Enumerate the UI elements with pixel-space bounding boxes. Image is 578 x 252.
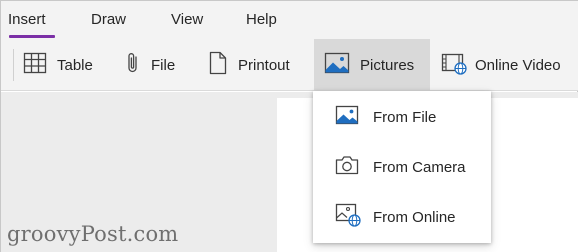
pictures-dropdown-menu: From File From Camera From Online (313, 91, 491, 243)
online-video-label: Online Video (475, 56, 561, 74)
pictures-button[interactable]: Pictures (314, 39, 430, 91)
camera-icon (335, 155, 359, 179)
printout-button[interactable]: Printout (208, 39, 308, 91)
watermark: groovyPost.com (7, 222, 179, 246)
table-icon (23, 52, 47, 78)
table-button[interactable]: Table (23, 39, 113, 91)
document-icon (208, 51, 228, 79)
from-camera-menu-item[interactable]: From Camera (313, 142, 491, 192)
online-video-button[interactable]: Online Video (441, 39, 577, 91)
online-video-icon (441, 51, 467, 79)
from-online-menu-item[interactable]: From Online (313, 192, 491, 242)
from-camera-label: From Camera (373, 158, 466, 176)
table-label: Table (57, 56, 93, 74)
file-label: File (151, 56, 176, 74)
picture-icon (324, 52, 350, 78)
file-button[interactable]: File (125, 39, 195, 91)
from-file-label: From File (373, 108, 437, 126)
tab-view[interactable]: View (171, 11, 203, 28)
from-online-label: From Online (373, 208, 456, 226)
printout-label: Printout (238, 56, 290, 74)
menu-tabs: Insert Draw View Help (1, 1, 578, 39)
app-window: Insert Draw View Help Table File Printou… (0, 0, 578, 252)
tab-help[interactable]: Help (246, 11, 277, 28)
online-picture-icon (335, 203, 361, 231)
active-tab-indicator (9, 35, 55, 38)
tab-draw[interactable]: Draw (91, 11, 126, 28)
from-file-menu-item[interactable]: From File (313, 92, 491, 142)
picture-icon (335, 105, 359, 129)
ribbon: Table File Printout Pictures Online Vide… (1, 39, 578, 91)
tab-insert[interactable]: Insert (8, 11, 46, 28)
pictures-label: Pictures (360, 56, 415, 74)
paperclip-icon (125, 51, 141, 79)
ribbon-divider (13, 49, 14, 81)
